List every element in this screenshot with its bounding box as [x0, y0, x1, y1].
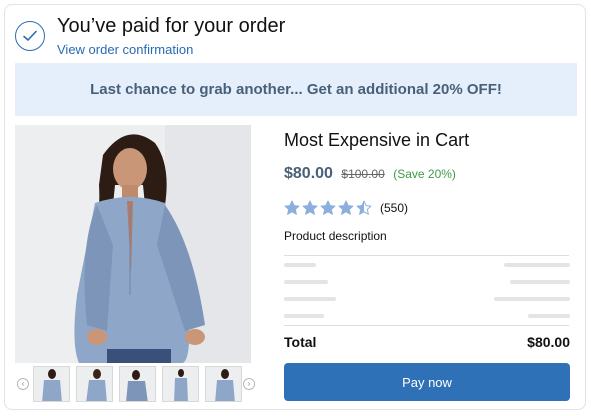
skeleton-line [284, 297, 336, 301]
savings-label: (Save 20%) [393, 167, 456, 181]
promo-banner-text: Last chance to grab another... Get an ad… [90, 81, 502, 98]
view-order-confirmation-link[interactable]: View order confirmation [57, 42, 193, 57]
chevron-right-icon[interactable]: › [243, 378, 255, 390]
original-price: $100.00 [341, 167, 385, 181]
star-rating [284, 200, 374, 216]
star-full-icon [338, 200, 354, 215]
star-full-icon [302, 200, 318, 215]
divider [284, 255, 569, 256]
thumbnail[interactable] [119, 366, 156, 402]
product-description-label: Product description [284, 229, 387, 243]
promo-banner: Last chance to grab another... Get an ad… [15, 63, 577, 116]
rating-row: (550) [284, 199, 408, 217]
total-value: $80.00 [527, 334, 570, 350]
star-full-icon [320, 200, 336, 215]
thumbnail[interactable] [76, 366, 113, 402]
product-price: $80.00 [284, 165, 333, 182]
thumbnail-strip: ‹ › [15, 365, 255, 403]
thumbnail[interactable] [162, 366, 199, 402]
order-status-title: You’ve paid for your order [57, 15, 286, 37]
thumbnail[interactable] [33, 366, 70, 402]
divider [284, 325, 569, 326]
total-label: Total [284, 334, 317, 350]
product-photo [15, 125, 251, 363]
product-title: Most Expensive in Cart [284, 130, 470, 150]
thumbnail[interactable] [205, 366, 242, 402]
skeleton-line [494, 297, 570, 301]
star-half-icon [356, 200, 372, 215]
pay-now-button[interactable]: Pay now [284, 363, 570, 401]
skeleton-line [284, 263, 316, 267]
chevron-left-icon[interactable]: ‹ [17, 378, 29, 390]
star-full-icon [284, 200, 300, 215]
skeleton-line [504, 263, 570, 267]
skeleton-line [510, 280, 570, 284]
skeleton-line [284, 280, 328, 284]
price-row: $80.00 $100.00 (Save 20%) [284, 165, 456, 183]
check-circle-icon [15, 21, 45, 51]
review-count: (550) [380, 201, 409, 215]
order-card: You’ve paid for your order View order co… [4, 4, 586, 410]
order-header: You’ve paid for your order View order co… [15, 15, 575, 63]
product-main-image [15, 125, 251, 363]
skeleton-line [528, 314, 570, 318]
skeleton-line [284, 314, 324, 318]
